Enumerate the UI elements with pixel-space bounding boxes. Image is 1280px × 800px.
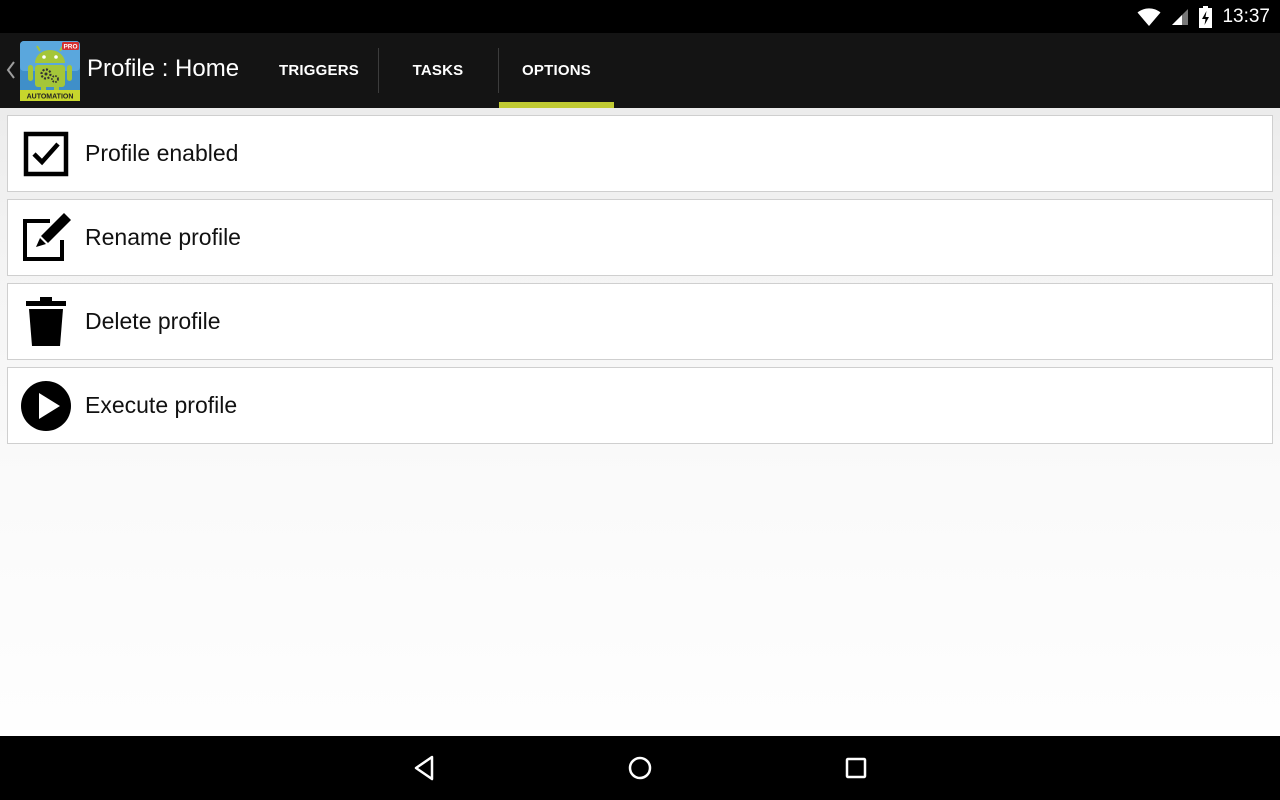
tab-tasks[interactable]: TASKS	[379, 33, 497, 108]
tab-triggers[interactable]: TRIGGERS	[260, 33, 378, 108]
app-icon[interactable]: AUTOMATION PRO	[20, 41, 80, 101]
cell-signal-icon	[1172, 8, 1189, 25]
option-delete-profile[interactable]: Delete profile	[7, 283, 1273, 360]
page-title: Profile : Home	[87, 55, 240, 82]
edit-icon	[23, 213, 71, 261]
tab-label: OPTIONS	[522, 62, 591, 79]
home-icon[interactable]	[625, 753, 655, 783]
tab-label: TRIGGERS	[279, 62, 359, 79]
options-list: Profile enabled Rename profile Delete pr…	[0, 108, 1280, 736]
option-label: Delete profile	[85, 308, 221, 334]
option-rename-profile[interactable]: Rename profile	[7, 199, 1273, 276]
option-label: Execute profile	[85, 392, 238, 418]
recents-icon[interactable]	[841, 753, 871, 783]
screen: 13:37 AUTOMATION PRO Profile: Home TRIG…	[0, 0, 1280, 800]
play-circle-icon	[21, 381, 71, 431]
status-icons: 13:37	[1137, 0, 1270, 33]
status-bar: 13:37	[0, 0, 1280, 33]
pro-badge: PRO	[63, 44, 77, 51]
tab-label: TASKS	[412, 62, 464, 79]
status-time: 13:37	[1222, 5, 1270, 27]
option-profile-enabled[interactable]: Profile enabled	[7, 115, 1273, 192]
option-label: Rename profile	[85, 224, 241, 250]
tab-options[interactable]: OPTIONS	[499, 33, 614, 108]
option-label: Profile enabled	[85, 140, 239, 166]
option-execute-profile[interactable]: Execute profile	[7, 367, 1273, 444]
chevron-left-icon[interactable]	[2, 57, 18, 83]
checkbox-checked-icon	[23, 131, 69, 177]
automation-pro-app-icon: AUTOMATION PRO	[20, 41, 80, 101]
back-icon[interactable]	[410, 753, 440, 783]
trash-icon	[26, 297, 66, 346]
app-icon-caption: AUTOMATION	[27, 94, 74, 101]
action-bar: AUTOMATION PRO Profile : Home TRIGGERS T…	[0, 33, 1280, 108]
battery-charging-icon	[1199, 5, 1213, 28]
wifi-icon	[1137, 7, 1161, 26]
navigation-bar	[0, 736, 1280, 800]
